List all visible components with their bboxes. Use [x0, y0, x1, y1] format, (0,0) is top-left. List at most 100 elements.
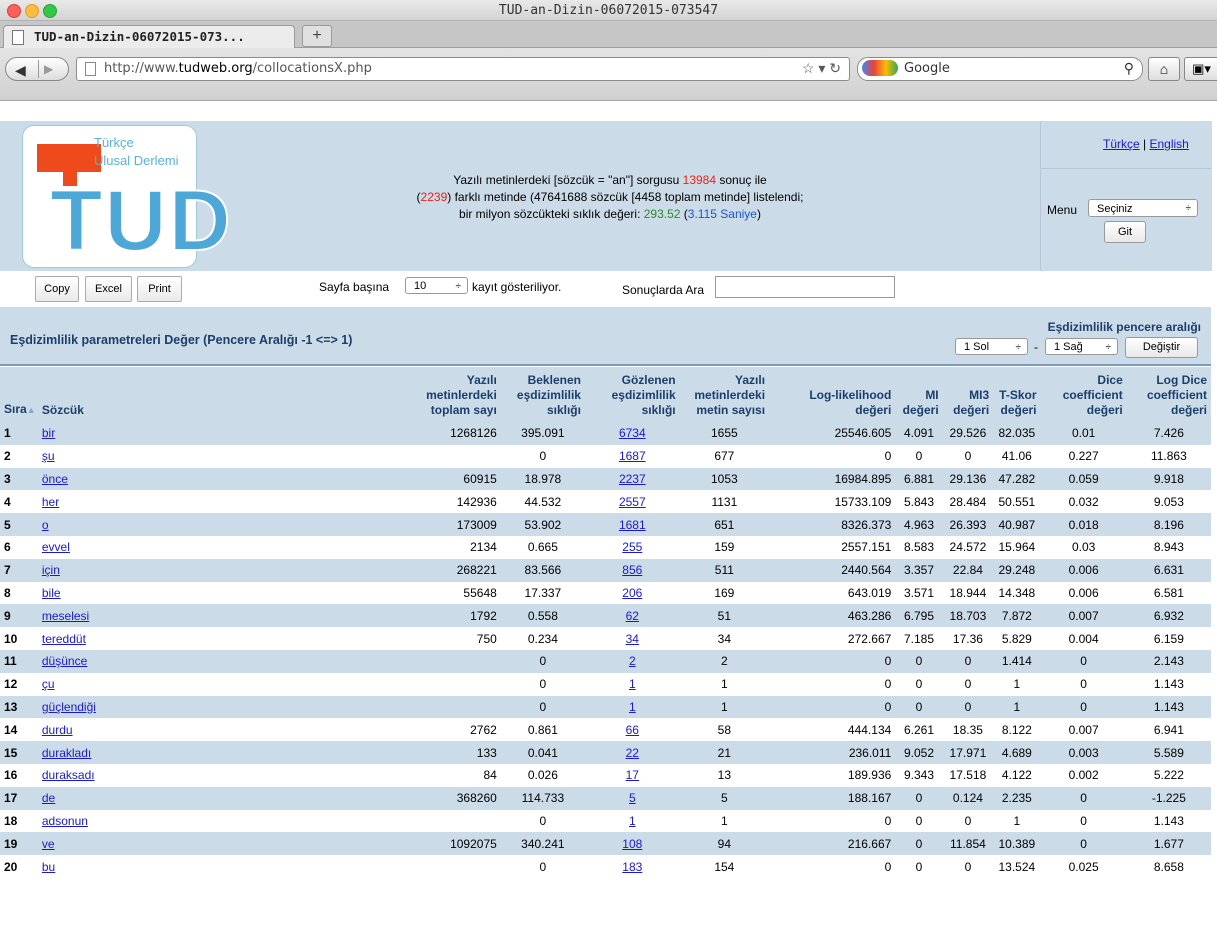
- word-link[interactable]: o: [42, 518, 49, 532]
- observed-freq-link[interactable]: 2557: [619, 495, 646, 509]
- observed-freq-link[interactable]: 255: [622, 540, 642, 554]
- observed-freq-link[interactable]: 2237: [619, 472, 646, 486]
- word-link[interactable]: duraksadı: [42, 768, 95, 782]
- observed-freq-link[interactable]: 1: [629, 700, 636, 714]
- col-observed-header[interactable]: Gözlenen eşdizimlilik sıklığı: [584, 367, 680, 422]
- print-button[interactable]: Print: [137, 276, 182, 302]
- observed-freq-link[interactable]: 34: [626, 632, 639, 646]
- star-icon[interactable]: ☆: [802, 60, 815, 76]
- word-link[interactable]: bir: [42, 426, 55, 440]
- observed-freq-link[interactable]: 5: [629, 791, 636, 805]
- word-link[interactable]: bile: [42, 586, 61, 600]
- word-link[interactable]: çu: [42, 677, 55, 691]
- observed-freq-link[interactable]: 66: [626, 723, 639, 737]
- filter-input[interactable]: [715, 276, 895, 298]
- word-link[interactable]: tereddüt: [42, 632, 86, 646]
- dice-value: 0: [1040, 809, 1127, 833]
- copy-button[interactable]: Copy: [35, 276, 79, 302]
- table-row: 16 duraksadı 84 0.026 17 13 189.936 9.343 17.518…: [0, 763, 1211, 787]
- reload-icon[interactable]: ↻: [829, 60, 841, 76]
- extension-button[interactable]: ▣▾: [1184, 57, 1217, 81]
- word-link[interactable]: adsonun: [42, 814, 88, 828]
- logdice-value: 1.677: [1126, 832, 1211, 856]
- total-count: 84: [406, 763, 501, 787]
- tud-logo[interactable]: Türkçe Ulusal Derlemi TUD: [22, 125, 232, 268]
- dice-value: 0.006: [1040, 558, 1127, 582]
- text-count: 34: [679, 627, 770, 650]
- right-window-select[interactable]: 1 Sağ ÷: [1045, 338, 1118, 355]
- back-arrow-icon[interactable]: ◀: [15, 62, 26, 79]
- query-summary: Yazılı metinlerdeki [sözcük = "an"] sorg…: [250, 172, 970, 223]
- observed-freq-link[interactable]: 1687: [619, 449, 646, 463]
- excel-button[interactable]: Excel: [85, 276, 132, 302]
- col-rank-header[interactable]: Sıra▲: [0, 367, 38, 422]
- word-link[interactable]: ve: [42, 837, 55, 851]
- search-icon[interactable]: ⚲: [1124, 60, 1134, 77]
- dice-value: 0: [1040, 672, 1127, 696]
- loglikelihood-value: 0: [769, 695, 896, 719]
- word-cell: her: [37, 490, 407, 514]
- dropdown-arrow-icon[interactable]: ▾: [818, 60, 825, 76]
- tscore-value: 40.987: [993, 513, 1041, 536]
- go-button[interactable]: Git: [1104, 221, 1146, 243]
- observed-freq-link[interactable]: 17: [626, 768, 639, 782]
- td-rank: 5: [0, 513, 38, 536]
- forward-arrow-icon[interactable]: ▶: [44, 62, 53, 76]
- new-tab-button[interactable]: +: [302, 25, 332, 47]
- word-link[interactable]: evvel: [42, 540, 70, 554]
- col-mi3-header[interactable]: MI3 değeri: [942, 367, 994, 422]
- observed-cell: 108: [584, 832, 680, 856]
- lang-english-link[interactable]: English: [1150, 137, 1189, 151]
- col-word-header[interactable]: Sözcük: [37, 367, 407, 422]
- word-link[interactable]: meselesi: [42, 609, 89, 623]
- col-textcount-header[interactable]: Yazılı metinlerdeki metin sayısı: [679, 367, 770, 422]
- observed-freq-link[interactable]: 183: [622, 860, 642, 874]
- word-link[interactable]: şu: [42, 449, 55, 463]
- search-bar[interactable]: Google ⚲: [857, 57, 1143, 81]
- word-link[interactable]: her: [42, 495, 59, 509]
- home-button[interactable]: ⌂: [1148, 57, 1180, 81]
- observed-freq-link[interactable]: 22: [626, 746, 639, 760]
- observed-freq-link[interactable]: 1681: [619, 518, 646, 532]
- col-tscore-header[interactable]: T-Skor değeri: [993, 367, 1041, 422]
- col-logdice-header[interactable]: Log Dice coefficient değeri: [1126, 367, 1211, 422]
- address-bar[interactable]: http://www.tudweb.org/collocationsX.php …: [76, 57, 850, 81]
- col-total-header[interactable]: Yazılı metinlerdeki toplam sayı: [406, 367, 501, 422]
- mi-value: 6.795: [895, 604, 943, 628]
- change-button[interactable]: Değiştir: [1125, 337, 1198, 358]
- observed-freq-link[interactable]: 856: [622, 563, 642, 577]
- menu-select[interactable]: Seçiniz ÷: [1088, 199, 1198, 217]
- text-count: 51: [679, 604, 770, 628]
- col-expected-header[interactable]: Beklenen eşdizimlilik sıklığı: [500, 367, 585, 422]
- word-link[interactable]: güçlendiği: [42, 700, 96, 714]
- observed-freq-link[interactable]: 108: [622, 837, 642, 851]
- word-link[interactable]: durdu: [42, 723, 73, 737]
- col-loglikelihood-header[interactable]: Log-likelihood değeri: [769, 367, 896, 422]
- word-link[interactable]: de: [42, 791, 55, 805]
- browser-tab-active[interactable]: TUD-an-Dizin-06072015-073...: [3, 25, 295, 48]
- page-size-select[interactable]: 10 ÷: [405, 277, 468, 294]
- observed-freq-link[interactable]: 2: [629, 654, 636, 668]
- logdice-value: 7.426: [1126, 422, 1211, 445]
- col-dice-header[interactable]: Dice coefficient değeri: [1040, 367, 1127, 422]
- word-link[interactable]: önce: [42, 472, 68, 486]
- word-link[interactable]: bu: [42, 860, 55, 874]
- expected-freq: 0.665: [500, 535, 585, 559]
- word-link[interactable]: düşünce: [42, 654, 87, 668]
- observed-freq-link[interactable]: 206: [622, 586, 642, 600]
- observed-freq-link[interactable]: 1: [629, 814, 636, 828]
- divider: [1040, 168, 1211, 169]
- left-window-select[interactable]: 1 Sol ÷: [955, 338, 1028, 355]
- word-link[interactable]: durakladı: [42, 746, 91, 760]
- word-link[interactable]: için: [42, 563, 60, 577]
- td-rank: 7: [0, 558, 38, 582]
- observed-freq-link[interactable]: 6734: [619, 426, 646, 440]
- observed-freq-link[interactable]: 62: [626, 609, 639, 623]
- url-text[interactable]: http://www.tudweb.org/collocationsX.php: [104, 61, 372, 76]
- col-mi-header[interactable]: MI değeri: [895, 367, 943, 422]
- observed-freq-link[interactable]: 1: [629, 677, 636, 691]
- lang-turkish-link[interactable]: Türkçe: [1103, 137, 1140, 151]
- td-rank: 19: [0, 832, 38, 856]
- mi-value: 0: [895, 809, 943, 833]
- google-icon[interactable]: [862, 60, 898, 76]
